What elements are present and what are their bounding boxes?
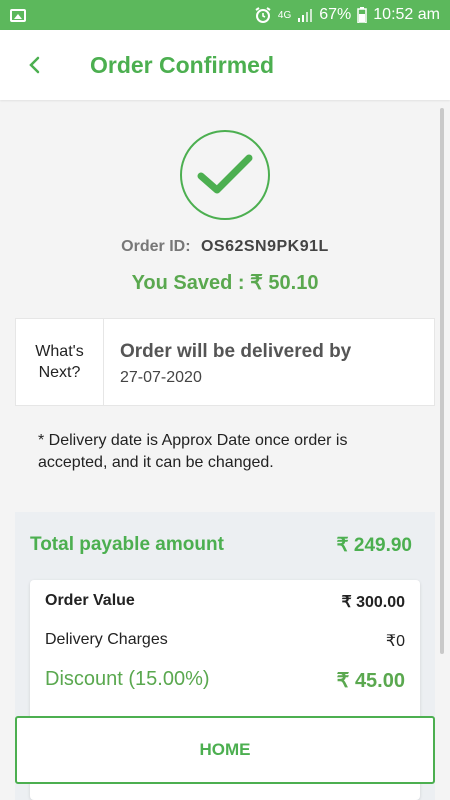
delivery-charges-amount: ₹0: [385, 633, 405, 650]
delivery-charges-row: Delivery Charges ₹0: [45, 631, 405, 651]
order-value-row: Order Value ₹ 300.00: [45, 592, 405, 612]
back-button[interactable]: [0, 30, 70, 100]
success-badge: [180, 130, 270, 220]
scrollbar[interactable]: [440, 108, 444, 654]
total-value: ₹ 249.90: [336, 535, 412, 556]
savings-text: You Saved : ₹ 50.10: [131, 272, 319, 294]
image-notification-icon: [10, 8, 26, 22]
battery-icon: [357, 7, 368, 23]
app-bar: Order Confirmed: [0, 30, 450, 100]
total-label: Total payable amount: [30, 534, 224, 555]
order-id-value: OS62SN9PK91L: [200, 238, 329, 255]
home-button[interactable]: HOME: [15, 716, 435, 784]
whats-next-card: What's Next? Order will be delivered by …: [15, 318, 435, 406]
delivery-date: 27-07-2020: [120, 369, 202, 386]
delivery-charges-label: Delivery Charges: [45, 631, 168, 648]
total-row: Total payable amount ₹ 249.90: [30, 534, 412, 557]
status-bar: 4G 67% 10:52 am: [0, 0, 450, 30]
order-value-amount: ₹ 300.00: [341, 594, 405, 611]
discount-label: Discount (15.00%): [45, 668, 210, 690]
delivery-heading: Order will be delivered by: [120, 341, 352, 362]
discount-amount: ₹ 45.00: [336, 670, 405, 692]
signal-icon: [298, 9, 313, 22]
check-icon: [197, 154, 253, 194]
discount-row: Discount (15.00%) ₹ 45.00: [45, 668, 405, 693]
alarm-icon: [255, 7, 271, 23]
page-title: Order Confirmed: [90, 51, 275, 78]
order-id-row: Order ID: OS62SN9PK91L: [0, 238, 440, 256]
chevron-left-icon: [29, 56, 40, 74]
order-id-label: Order ID:: [121, 238, 191, 255]
main-content: Order ID: OS62SN9PK91L You Saved : ₹ 50.…: [0, 100, 440, 800]
battery-percent: 67%: [319, 6, 352, 23]
clock: 10:52 am: [373, 6, 440, 23]
whats-next-line2: Next?: [38, 364, 81, 381]
order-value-label: Order Value: [45, 592, 135, 609]
delivery-note: * Delivery date is Approx Date once orde…: [38, 432, 348, 471]
whats-next-label: What's Next?: [16, 319, 104, 405]
whats-next-line1: What's: [35, 343, 84, 360]
network-type: 4G: [277, 9, 292, 21]
